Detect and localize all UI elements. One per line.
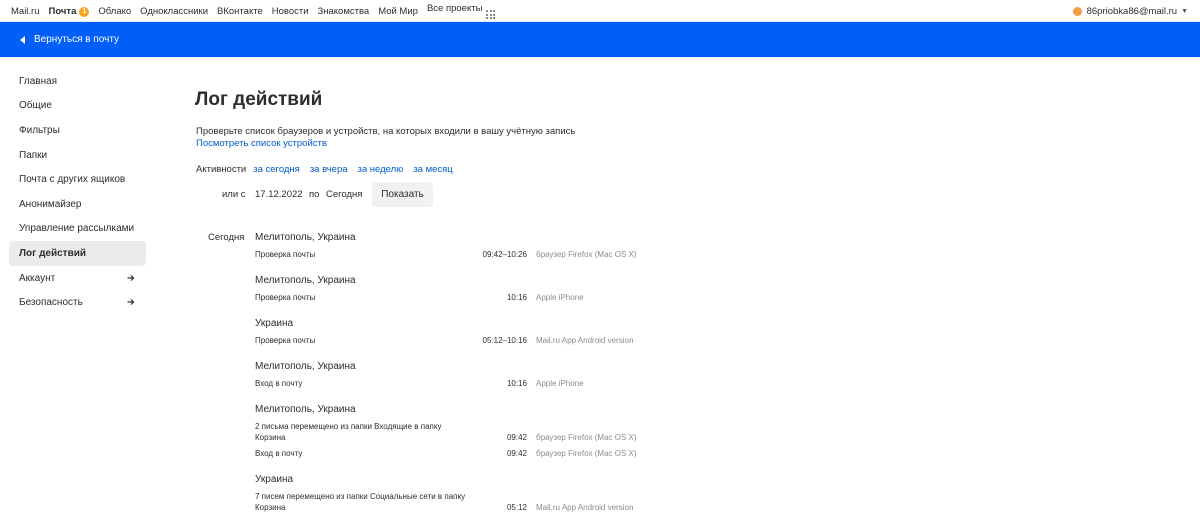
sidebar-item-security[interactable]: Безопасность	[9, 290, 146, 315]
sidebar-item-main[interactable]: Главная	[9, 69, 146, 94]
sidebar-item-label: Безопасность	[19, 297, 83, 309]
chevron-down-icon: ▼	[1181, 7, 1188, 15]
sidebar-item-general[interactable]: Общие	[9, 94, 146, 119]
sidebar-item-other-mailboxes[interactable]: Почта с других ящиков	[9, 167, 146, 192]
log-device: Mail.ru App Android version	[536, 336, 634, 345]
log-action: Корзина	[255, 433, 286, 442]
log-action: Проверка почты	[255, 250, 316, 259]
sidebar-item-activity-log[interactable]: Лог действий	[9, 241, 146, 266]
log-location: Украина	[255, 318, 294, 329]
portal-link-vk[interactable]: ВКонтакте	[217, 6, 263, 17]
log-action-line1: 2 письма перемещено из папки Входящие в …	[255, 422, 442, 431]
sidebar-item-label: Фильтры	[19, 124, 60, 136]
portal-link-news[interactable]: Новости	[272, 6, 309, 17]
portal-link-mailru[interactable]: Mail.ru	[11, 6, 40, 17]
date-to-field[interactable]: Сегодня	[326, 189, 362, 200]
range-to-word: по	[309, 189, 320, 200]
back-to-mail-button[interactable]: Вернуться в почту	[20, 22, 119, 57]
arrow-right-icon	[127, 274, 135, 281]
log-time: 10:16	[506, 379, 527, 388]
log-time: 05:12	[506, 503, 527, 512]
range-prefix: или с	[222, 189, 246, 200]
portal-nav: Mail.ru Почта 1 Облако Одноклассники ВКон…	[11, 0, 504, 22]
avatar	[1072, 6, 1082, 16]
log-location: Украина	[255, 474, 294, 485]
sidebar-item-folders[interactable]: Папки	[9, 143, 146, 168]
apps-grid-icon	[486, 10, 496, 19]
day-label: Сегодня	[208, 232, 245, 243]
period-filters: Активности за сегодня за вчера за неделю…	[196, 163, 463, 175]
page-title: Лог действий	[195, 89, 323, 110]
log-action: Вход в почту	[255, 449, 303, 458]
portal-link-ok[interactable]: Одноклассники	[140, 6, 208, 17]
sidebar-item-label: Аккаунт	[19, 272, 56, 284]
log-action: Корзина	[255, 503, 286, 512]
sidebar-item-label: Лог действий	[19, 247, 87, 259]
log-action-line1: 7 писем перемещено из папки Социальные с…	[255, 492, 466, 501]
log-device: Mail.ru App Android version	[536, 503, 634, 512]
date-from-field[interactable]: 17.12.2022	[255, 189, 303, 200]
filter-label: Активности	[196, 163, 247, 175]
unread-badge: 1	[79, 6, 90, 17]
log-time: 05:12–10:16	[482, 336, 528, 345]
portal-link-myworld[interactable]: Мой Мир	[378, 6, 418, 17]
sidebar-item-filters[interactable]: Фильтры	[9, 118, 146, 143]
log-time: 09:42	[506, 449, 527, 458]
portal-link-all-projects[interactable]: Все проекты	[426, 3, 496, 19]
log-location: Мелитополь, Украина	[255, 361, 356, 372]
view-devices-link[interactable]: Посмотреть список устройств	[196, 138, 327, 149]
sidebar-item-account[interactable]: Аккаунт	[9, 266, 146, 291]
log-device: Apple iPhone	[536, 293, 584, 302]
filter-today-link[interactable]: за сегодня	[253, 164, 300, 175]
log-time: 09:42	[506, 433, 527, 442]
sidebar-item-label: Почта с других ящиков	[19, 174, 126, 186]
settings-sidebar: Главная Общие Фильтры Папки Почта с друг…	[9, 69, 146, 315]
log-location: Мелитополь, Украина	[255, 232, 356, 243]
top-bar: Вернуться в почту	[0, 22, 1200, 57]
log-device: браузер Firefox (Mac OS X)	[536, 250, 637, 259]
sidebar-item-label: Общие	[19, 100, 52, 112]
log-device: Apple iPhone	[536, 379, 584, 388]
page-description: Проверьте список браузеров и устройств, …	[196, 126, 576, 137]
log-location: Мелитополь, Украина	[255, 404, 356, 415]
portal-header: Mail.ru Почта 1 Облако Одноклассники ВКон…	[0, 0, 1200, 22]
arrow-right-icon	[127, 299, 135, 306]
portal-link-cloud[interactable]: Облако	[98, 6, 131, 17]
back-arrow-icon	[20, 35, 25, 44]
portal-link-mail-label: Почта	[48, 5, 77, 17]
sidebar-item-label: Анонимайзер	[19, 198, 82, 210]
sidebar-item-label: Управление рассылками	[19, 223, 135, 235]
log-device: браузер Firefox (Mac OS X)	[536, 449, 637, 458]
log-time: 10:16	[506, 293, 527, 302]
show-button[interactable]: Показать	[372, 182, 433, 207]
account-menu[interactable]: 86priobka86@mail.ru ▼	[1072, 0, 1188, 22]
filter-week-link[interactable]: за неделю	[358, 164, 404, 175]
log-action: Проверка почты	[255, 293, 316, 302]
sidebar-item-anonymizer[interactable]: Анонимайзер	[9, 192, 146, 217]
log-location: Мелитополь, Украина	[255, 275, 356, 286]
log-action: Вход в почту	[255, 379, 303, 388]
sidebar-item-label: Папки	[19, 149, 48, 161]
account-email: 86priobka86@mail.ru	[1086, 5, 1178, 17]
all-projects-label: Все проекты	[426, 3, 483, 14]
sidebar-item-label: Главная	[19, 75, 58, 87]
filter-yesterday-link[interactable]: за вчера	[310, 164, 348, 175]
filter-month-link[interactable]: за месяц	[413, 164, 452, 175]
back-to-mail-label: Вернуться в почту	[34, 34, 120, 45]
portal-link-dating[interactable]: Знакомства	[318, 6, 370, 17]
sidebar-item-subscriptions[interactable]: Управление рассылками	[9, 217, 146, 242]
log-time: 09:42–10:26	[482, 250, 528, 259]
portal-link-mail[interactable]: Почта 1	[49, 6, 90, 17]
log-device: браузер Firefox (Mac OS X)	[536, 433, 637, 442]
log-action: Проверка почты	[255, 336, 316, 345]
